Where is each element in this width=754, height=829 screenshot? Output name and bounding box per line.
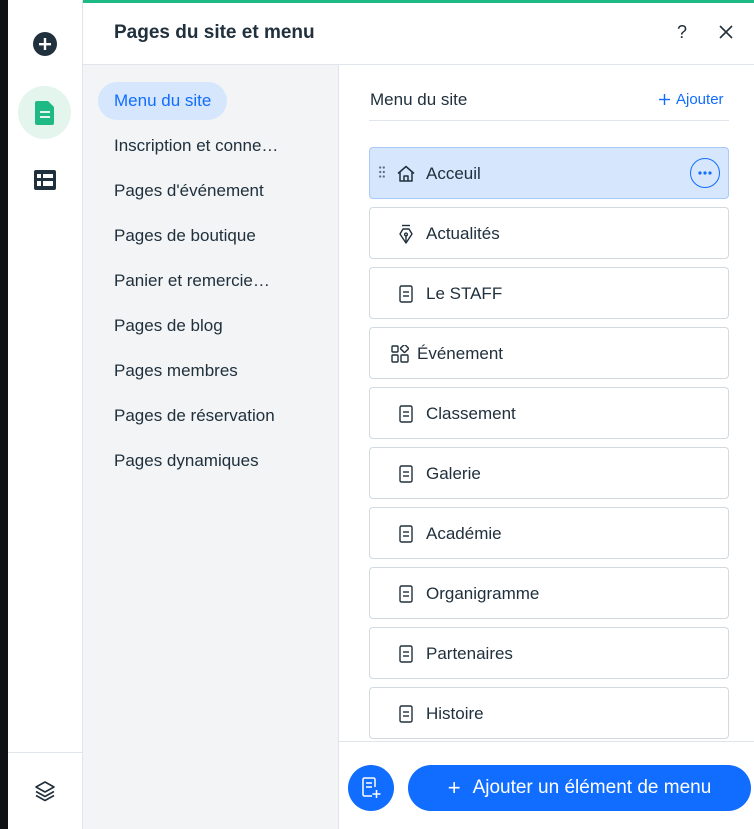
menu-item-organigramme[interactable]: Organigramme	[369, 567, 729, 619]
category-dynamiques[interactable]: Pages dynamiques	[98, 442, 275, 480]
menu-item-label: Actualités	[426, 224, 500, 243]
page-icon	[396, 284, 416, 304]
menu-item-academie[interactable]: Académie	[369, 507, 729, 559]
pages-menu-button[interactable]	[18, 86, 71, 139]
grid-apps-icon	[390, 344, 410, 364]
menu-item-evenement[interactable]: Événement	[369, 327, 729, 379]
menu-title-divider	[369, 120, 729, 121]
layers-button[interactable]	[18, 764, 71, 817]
category-reservation[interactable]: Pages de réservation	[98, 397, 291, 435]
rail-divider	[8, 752, 82, 753]
menu-item-actualites[interactable]: Actualités	[369, 207, 729, 259]
page-icon	[396, 524, 416, 544]
site-menu-column: Menu du site Ajouter Acceuil Actualités …	[339, 65, 754, 829]
layers-icon	[34, 780, 55, 801]
pages-icon	[34, 100, 54, 125]
home-icon	[396, 164, 416, 184]
close-button[interactable]	[719, 25, 733, 44]
pages-panel: Pages du site et menu ? Menu du site Ins…	[83, 0, 754, 829]
add-elements-button[interactable]	[18, 17, 71, 70]
menu-title: Menu du site	[370, 90, 468, 109]
menu-item-histoire[interactable]: Histoire	[369, 687, 729, 739]
add-link[interactable]: Ajouter	[659, 91, 724, 108]
category-panier[interactable]: Panier et remercie…	[98, 262, 286, 300]
category-evenement[interactable]: Pages d'événement	[98, 172, 280, 210]
menu-item-acceuil[interactable]: Acceuil	[369, 147, 729, 199]
add-link-label: Ajouter	[676, 91, 724, 108]
page-categories: Menu du site Inscription et conne… Pages…	[83, 65, 339, 829]
menu-item-label: Événement	[417, 344, 503, 363]
add-page-button[interactable]	[348, 765, 394, 811]
tool-rail	[8, 0, 83, 829]
menu-item-label: Histoire	[426, 704, 484, 723]
page-icon	[396, 704, 416, 724]
cms-button[interactable]	[18, 153, 71, 206]
menu-item-classement[interactable]: Classement	[369, 387, 729, 439]
menu-item-label: Acceuil	[426, 164, 481, 183]
category-membres[interactable]: Pages membres	[98, 352, 254, 390]
add-circle-icon	[32, 31, 57, 56]
panel-header: Pages du site et menu ?	[83, 3, 754, 65]
menu-item-label: Organigramme	[426, 584, 540, 603]
window-edge	[0, 0, 8, 829]
plus-icon: +	[447, 775, 461, 800]
menu-item-le-staff[interactable]: Le STAFF	[369, 267, 729, 319]
table-icon	[33, 169, 56, 190]
category-blog[interactable]: Pages de blog	[98, 307, 239, 345]
pen-nib-icon	[396, 224, 416, 244]
category-inscription[interactable]: Inscription et conne…	[98, 127, 294, 165]
plus-icon	[659, 94, 670, 105]
menu-item-galerie[interactable]: Galerie	[369, 447, 729, 499]
close-icon	[719, 25, 733, 39]
page-icon	[396, 644, 416, 664]
category-menu-du-site[interactable]: Menu du site	[98, 82, 228, 120]
footer-divider	[339, 741, 754, 742]
more-actions-button[interactable]	[690, 158, 720, 188]
help-button[interactable]: ?	[677, 22, 687, 43]
page-icon	[396, 404, 416, 424]
menu-item-label: Classement	[426, 404, 516, 423]
menu-item-label: Académie	[426, 524, 502, 543]
more-icon	[698, 171, 712, 175]
page-icon	[396, 584, 416, 604]
category-boutique[interactable]: Pages de boutique	[98, 217, 272, 255]
menu-item-partenaires[interactable]: Partenaires	[369, 627, 729, 679]
add-page-icon	[362, 777, 381, 798]
drag-handle-icon[interactable]	[379, 166, 385, 178]
menu-item-label: Galerie	[426, 464, 481, 483]
menu-item-label: Partenaires	[426, 644, 513, 663]
page-icon	[396, 464, 416, 484]
menu-item-label: Le STAFF	[426, 284, 503, 303]
add-menu-item-label: Ajouter un élément de menu	[472, 777, 712, 798]
add-menu-item-button[interactable]: + Ajouter un élément de menu	[408, 765, 751, 811]
panel-title: Pages du site et menu	[114, 22, 315, 43]
